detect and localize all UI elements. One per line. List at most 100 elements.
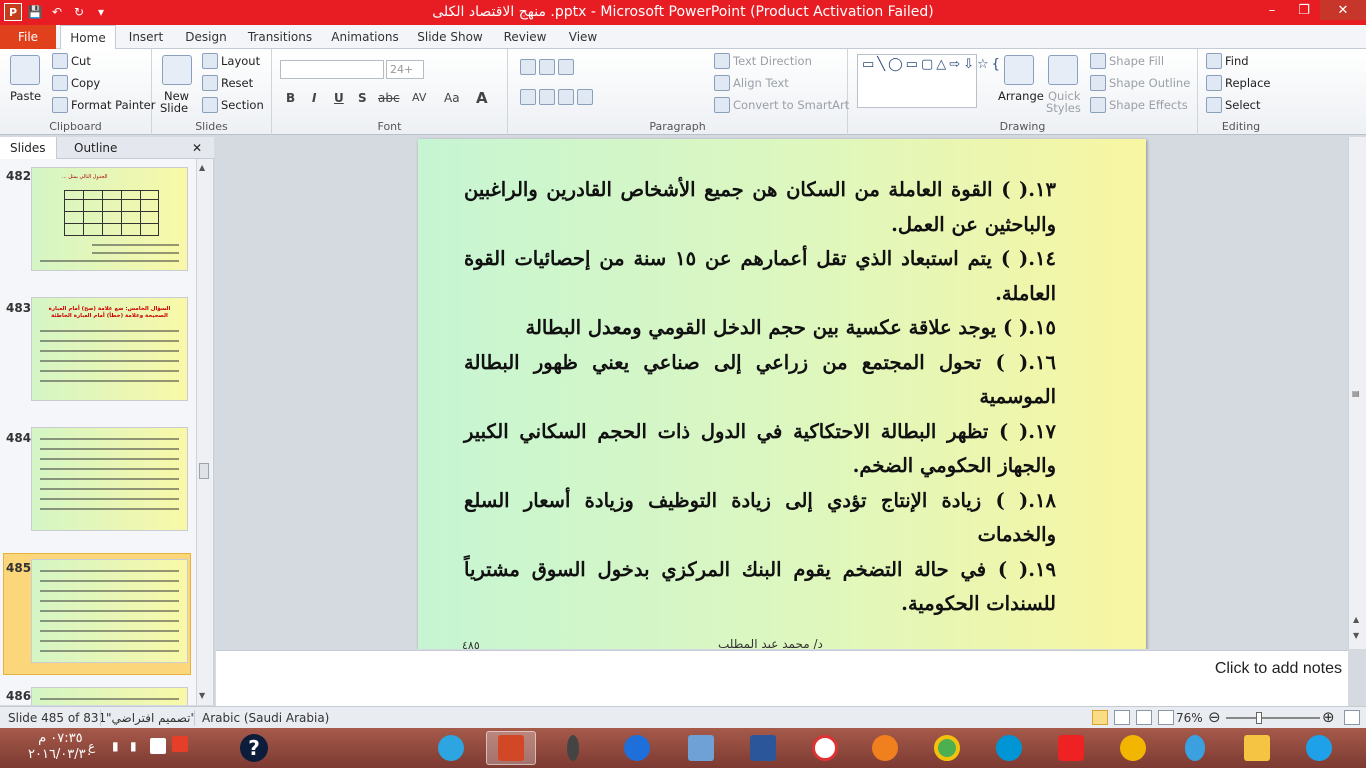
chrome-taskbar-icon[interactable] <box>922 731 972 765</box>
slide-text-body[interactable]: ١٣.( ) القوة العاملة من السكان هن جميع ا… <box>464 173 1056 622</box>
new-slide-icon[interactable] <box>162 55 192 85</box>
font-color-button[interactable]: A <box>476 89 488 107</box>
slide-thumbnail-486[interactable] <box>31 687 188 705</box>
minimize-button[interactable]: – <box>1256 0 1288 20</box>
arrange-button[interactable]: Arrange <box>998 89 1044 103</box>
media-taskbar-icon[interactable] <box>612 731 662 765</box>
zoom-in-icon[interactable]: ⊕ <box>1322 708 1335 726</box>
shadow-button[interactable]: S <box>358 91 367 105</box>
paste-button[interactable]: Paste <box>10 89 41 103</box>
zoom-slider-track[interactable] <box>1226 717 1320 719</box>
font-name-box[interactable] <box>280 60 384 79</box>
format-painter-button[interactable]: Format Painter <box>52 97 155 113</box>
slide-thumbnail-485[interactable] <box>31 559 188 663</box>
notes-placeholder[interactable]: Click to add notes <box>1215 660 1342 678</box>
slide-thumbnail-483[interactable]: السؤال الخامس: ضع علامة (صح) أمام العبار… <box>31 297 188 401</box>
shapes-gallery[interactable]: ▭╲◯▭▢△⇨⇩☆{} <box>857 54 1011 108</box>
tab-transitions[interactable]: Transitions <box>242 25 318 49</box>
bullets-button[interactable] <box>520 59 574 75</box>
save-icon[interactable]: 💾 <box>26 3 44 21</box>
taskbar-clock[interactable]: ٠٧:٣٥ م ٢٠١٦/٠٣/٣٠ <box>28 731 93 763</box>
input-language[interactable]: ع <box>88 739 95 753</box>
hp-taskbar-icon[interactable] <box>984 731 1034 765</box>
restore-button[interactable]: ❐ <box>1288 0 1320 20</box>
microphone-taskbar-icon[interactable] <box>548 731 598 765</box>
tab-slide-show[interactable]: Slide Show <box>412 25 488 49</box>
tab-insert[interactable]: Insert <box>120 25 172 49</box>
quick-styles-icon[interactable] <box>1048 55 1078 85</box>
replace-button[interactable]: Replace <box>1206 75 1271 91</box>
slide-sorter-icon[interactable] <box>1114 710 1130 725</box>
media-player-taskbar-icon[interactable] <box>1108 731 1158 765</box>
section-button[interactable]: Section <box>202 97 264 113</box>
editor-scrollbar[interactable]: ▤ ▲ ▼ <box>1348 137 1366 649</box>
layout-button[interactable]: Layout <box>202 53 260 69</box>
scroll-thumb[interactable] <box>199 463 209 479</box>
scroll-down-icon[interactable]: ▼ <box>199 691 205 700</box>
find-button[interactable]: Find <box>1206 53 1249 69</box>
notes-pane[interactable]: Click to add notes <box>216 650 1348 706</box>
smartart-button[interactable]: Convert to SmartArt <box>714 97 849 113</box>
select-button[interactable]: Select <box>1206 97 1260 113</box>
close-panel-icon[interactable]: ✕ <box>186 137 208 159</box>
bold-button[interactable]: B <box>286 91 295 105</box>
internet-explorer-taskbar-icon[interactable] <box>1294 731 1344 765</box>
firefox-taskbar-icon[interactable] <box>860 731 910 765</box>
fit-to-window-icon[interactable] <box>1344 710 1360 725</box>
help-icon[interactable]: ? <box>240 734 268 762</box>
cut-button[interactable]: Cut <box>52 53 91 69</box>
customize-qat-icon[interactable]: ▾ <box>92 3 110 21</box>
powerpoint-logo-icon[interactable]: P <box>4 3 22 21</box>
new-slide-button-line2[interactable]: Slide <box>160 101 188 115</box>
tray-app-icon[interactable] <box>150 738 166 754</box>
change-case-button[interactable]: Aa <box>444 91 460 105</box>
slide-thumbnail-484[interactable] <box>31 427 188 531</box>
language-indicator[interactable]: Arabic (Saudi Arabia) <box>202 711 329 725</box>
battery-icon[interactable]: ▮ <box>130 739 137 753</box>
shape-outline-button[interactable]: Shape Outline <box>1090 75 1190 91</box>
redo-icon[interactable]: ↻ <box>70 3 88 21</box>
scroll-up-icon[interactable]: ▲ <box>199 163 205 172</box>
tool-taskbar-icon[interactable] <box>1170 731 1220 765</box>
tab-file[interactable]: File <box>0 25 56 49</box>
reading-view-icon[interactable] <box>1136 710 1152 725</box>
theme-name[interactable]: "تصميم افتراضي" <box>106 711 196 725</box>
char-spacing-button[interactable]: AV <box>412 91 426 104</box>
paste-icon[interactable] <box>10 55 40 85</box>
slideshow-view-icon[interactable] <box>1158 710 1174 725</box>
shape-effects-button[interactable]: Shape Effects <box>1090 97 1188 113</box>
font-size-box[interactable]: 24+ <box>386 60 424 79</box>
text-direction-button[interactable]: Text Direction <box>714 53 812 69</box>
reset-button[interactable]: Reset <box>202 75 253 91</box>
file-explorer-taskbar-icon[interactable] <box>1232 731 1282 765</box>
app-r-taskbar-icon[interactable] <box>800 731 850 765</box>
tab-slides[interactable]: Slides <box>0 137 57 159</box>
undo-icon[interactable]: ↶ <box>48 3 66 21</box>
align-text-button[interactable]: Align Text <box>714 75 789 91</box>
quick-styles-button-line2[interactable]: Styles <box>1046 101 1081 115</box>
slides-panel-scrollbar[interactable]: ▲ ▼ <box>196 159 212 705</box>
tab-design[interactable]: Design <box>178 25 234 49</box>
next-slide-icon[interactable]: ▼ <box>1353 631 1359 640</box>
tab-home[interactable]: Home <box>60 25 116 50</box>
tab-view[interactable]: View <box>560 25 606 49</box>
tray-app-icon[interactable] <box>172 736 188 752</box>
copy-button[interactable]: Copy <box>52 75 100 91</box>
italic-button[interactable]: I <box>312 91 316 105</box>
zoom-level[interactable]: 76% <box>1176 711 1203 725</box>
word-taskbar-icon[interactable] <box>738 731 788 765</box>
previous-slide-icon[interactable]: ▲ <box>1353 615 1359 624</box>
colorful-app-taskbar-icon[interactable] <box>1046 731 1096 765</box>
close-button[interactable]: ✕ <box>1320 0 1366 20</box>
current-slide[interactable]: ١٣.( ) القوة العاملة من السكان هن جميع ا… <box>418 139 1146 649</box>
network-icon[interactable]: ▮ <box>112 739 119 753</box>
strikethrough-button[interactable]: abc <box>378 91 400 105</box>
underline-button[interactable]: U <box>334 91 344 105</box>
align-buttons[interactable] <box>520 89 593 105</box>
telegram-taskbar-icon[interactable] <box>426 731 476 765</box>
slide-thumbnail-482[interactable]: الجدول التالي يمثل ... <box>31 167 188 271</box>
shape-fill-button[interactable]: Shape Fill <box>1090 53 1164 69</box>
normal-view-icon[interactable] <box>1092 710 1108 725</box>
powerpoint-taskbar-icon[interactable] <box>486 731 536 765</box>
tab-outline[interactable]: Outline <box>64 137 127 159</box>
